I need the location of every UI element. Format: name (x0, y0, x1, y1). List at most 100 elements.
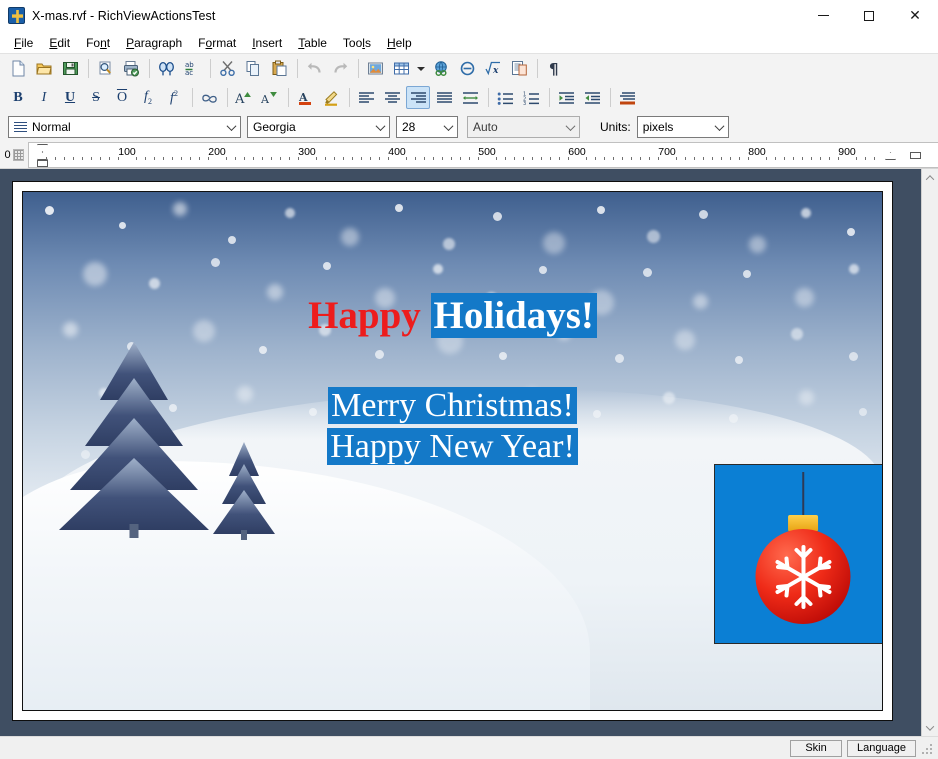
find-icon[interactable] (154, 57, 178, 80)
subscript-icon[interactable]: f2 (136, 86, 160, 109)
numbered-list-icon[interactable]: 123 (519, 86, 543, 109)
document-page[interactable]: Happy Holidays! Merry Christmas! Happy N… (12, 181, 893, 721)
chevron-down-icon[interactable] (562, 117, 579, 137)
align-center-icon[interactable] (380, 86, 404, 109)
ruler-tick-label: 200 (208, 146, 226, 158)
align-left-icon[interactable] (354, 86, 378, 109)
right-margin-marker[interactable] (910, 152, 921, 159)
menu-edit[interactable]: Edit (41, 34, 78, 52)
menu-tools[interactable]: Tools (335, 34, 379, 52)
paragraph-spacing-icon[interactable] (458, 86, 482, 109)
font-color-icon[interactable]: A (293, 86, 317, 109)
chevron-down-icon[interactable] (440, 117, 457, 137)
menu-insert[interactable]: Insert (244, 34, 290, 52)
save-icon[interactable] (58, 57, 82, 80)
highlight-color-icon[interactable] (319, 86, 343, 109)
font-name-combo[interactable]: Georgia (247, 116, 390, 138)
redo-icon[interactable] (328, 57, 352, 80)
menu-file[interactable]: File (6, 34, 41, 52)
superscript-icon[interactable]: f2 (162, 86, 186, 109)
show-formatting-marks-icon[interactable]: ¶ (542, 57, 566, 80)
language-button[interactable]: Language (847, 739, 916, 757)
ruler-tick (190, 157, 191, 160)
cut-icon[interactable] (215, 57, 239, 80)
italic-icon[interactable]: I (32, 86, 56, 109)
underline-icon[interactable]: U (58, 86, 82, 109)
ruler-tick (775, 157, 776, 160)
menu-help[interactable]: Help (379, 34, 420, 52)
table-dropdown-arrow[interactable] (415, 57, 427, 80)
chevron-down-icon[interactable] (711, 117, 728, 137)
print-preview-icon[interactable] (93, 57, 117, 80)
close-button[interactable]: ✕ (892, 0, 938, 32)
align-justify-icon[interactable] (432, 86, 456, 109)
grow-font-icon[interactable]: A (232, 86, 256, 109)
insert-table-icon[interactable] (389, 57, 413, 80)
decrease-indent-icon[interactable] (554, 86, 578, 109)
bold-icon[interactable]: B (6, 86, 30, 109)
ruler-tick (649, 157, 650, 160)
open-icon[interactable] (32, 57, 56, 80)
christmas-ball-picture[interactable] (714, 464, 882, 644)
horizontal-ruler[interactable]: 100 200 300 400 500 600 700 800 900 (28, 142, 938, 168)
align-right-icon[interactable] (406, 86, 430, 109)
units-combo[interactable]: pixels (636, 116, 729, 138)
menu-paragraph[interactable]: Paragraph (118, 34, 190, 52)
minimize-button[interactable] (800, 0, 846, 32)
insert-picture-icon[interactable] (363, 57, 387, 80)
ruler-tick (784, 157, 785, 160)
paragraph-background-icon[interactable] (615, 86, 639, 109)
menu-font[interactable]: Font (78, 34, 118, 52)
ruler-tick (559, 157, 560, 160)
heading-paragraph[interactable]: Happy Holidays! (23, 293, 882, 338)
copy-icon[interactable] (241, 57, 265, 80)
skin-button[interactable]: Skin (790, 739, 843, 757)
snow-bokeh (699, 210, 708, 219)
chevron-down-icon[interactable] (372, 117, 389, 137)
vertical-scroll-track[interactable] (922, 186, 938, 719)
left-margin-marker[interactable] (37, 160, 48, 167)
chevron-down-icon[interactable] (223, 117, 240, 137)
snow-bokeh (433, 264, 443, 274)
insert-formula-icon[interactable]: x (481, 57, 505, 80)
shrink-font-icon[interactable]: A (258, 86, 282, 109)
ruler-tick (343, 157, 344, 160)
ruler-corner[interactable]: 0 (0, 142, 28, 168)
new-icon[interactable] (6, 57, 30, 80)
right-indent-marker[interactable] (885, 152, 896, 160)
separator (358, 59, 359, 78)
body-paragraph[interactable]: Merry Christmas! Happy New Year! (23, 385, 882, 468)
first-line-indent-marker[interactable] (37, 144, 48, 152)
bullet-list-icon[interactable] (493, 86, 517, 109)
maximize-button[interactable] (846, 0, 892, 32)
snow-bokeh (259, 346, 267, 354)
font-size-combo[interactable]: 28 (396, 116, 458, 138)
replace-icon[interactable]: ab ac (180, 57, 204, 80)
insert-symbol-icon[interactable] (455, 57, 479, 80)
ruler-tick (604, 157, 605, 160)
undo-icon[interactable] (302, 57, 326, 80)
font-name-combo-value: Georgia (253, 120, 296, 134)
units-label: Units: (600, 120, 631, 134)
overline-icon[interactable]: O (110, 86, 134, 109)
ruler-tick (433, 157, 434, 160)
ruler-tick (631, 157, 632, 160)
tab-selector-icon[interactable] (12, 149, 24, 161)
vertical-scrollbar[interactable] (921, 169, 938, 736)
print-icon[interactable] (119, 57, 143, 80)
separator (537, 59, 538, 78)
insert-hyperlink-icon[interactable] (429, 57, 453, 80)
scroll-up-button[interactable] (922, 169, 938, 186)
style-combo[interactable]: Normal (8, 116, 241, 138)
menu-table[interactable]: Table (290, 34, 335, 52)
paste-icon[interactable] (267, 57, 291, 80)
document-canvas[interactable]: Happy Holidays! Merry Christmas! Happy N… (0, 169, 921, 736)
resize-grip-icon[interactable] (921, 741, 934, 755)
strikeout-icon[interactable]: S (84, 86, 108, 109)
increase-indent-icon[interactable] (580, 86, 604, 109)
menu-format[interactable]: Format (190, 34, 244, 52)
scroll-down-button[interactable] (922, 719, 938, 736)
insert-hyperlink-icon[interactable] (197, 86, 221, 109)
line-spacing-combo[interactable]: Auto (467, 116, 580, 138)
insert-page-icon[interactable] (507, 57, 531, 80)
